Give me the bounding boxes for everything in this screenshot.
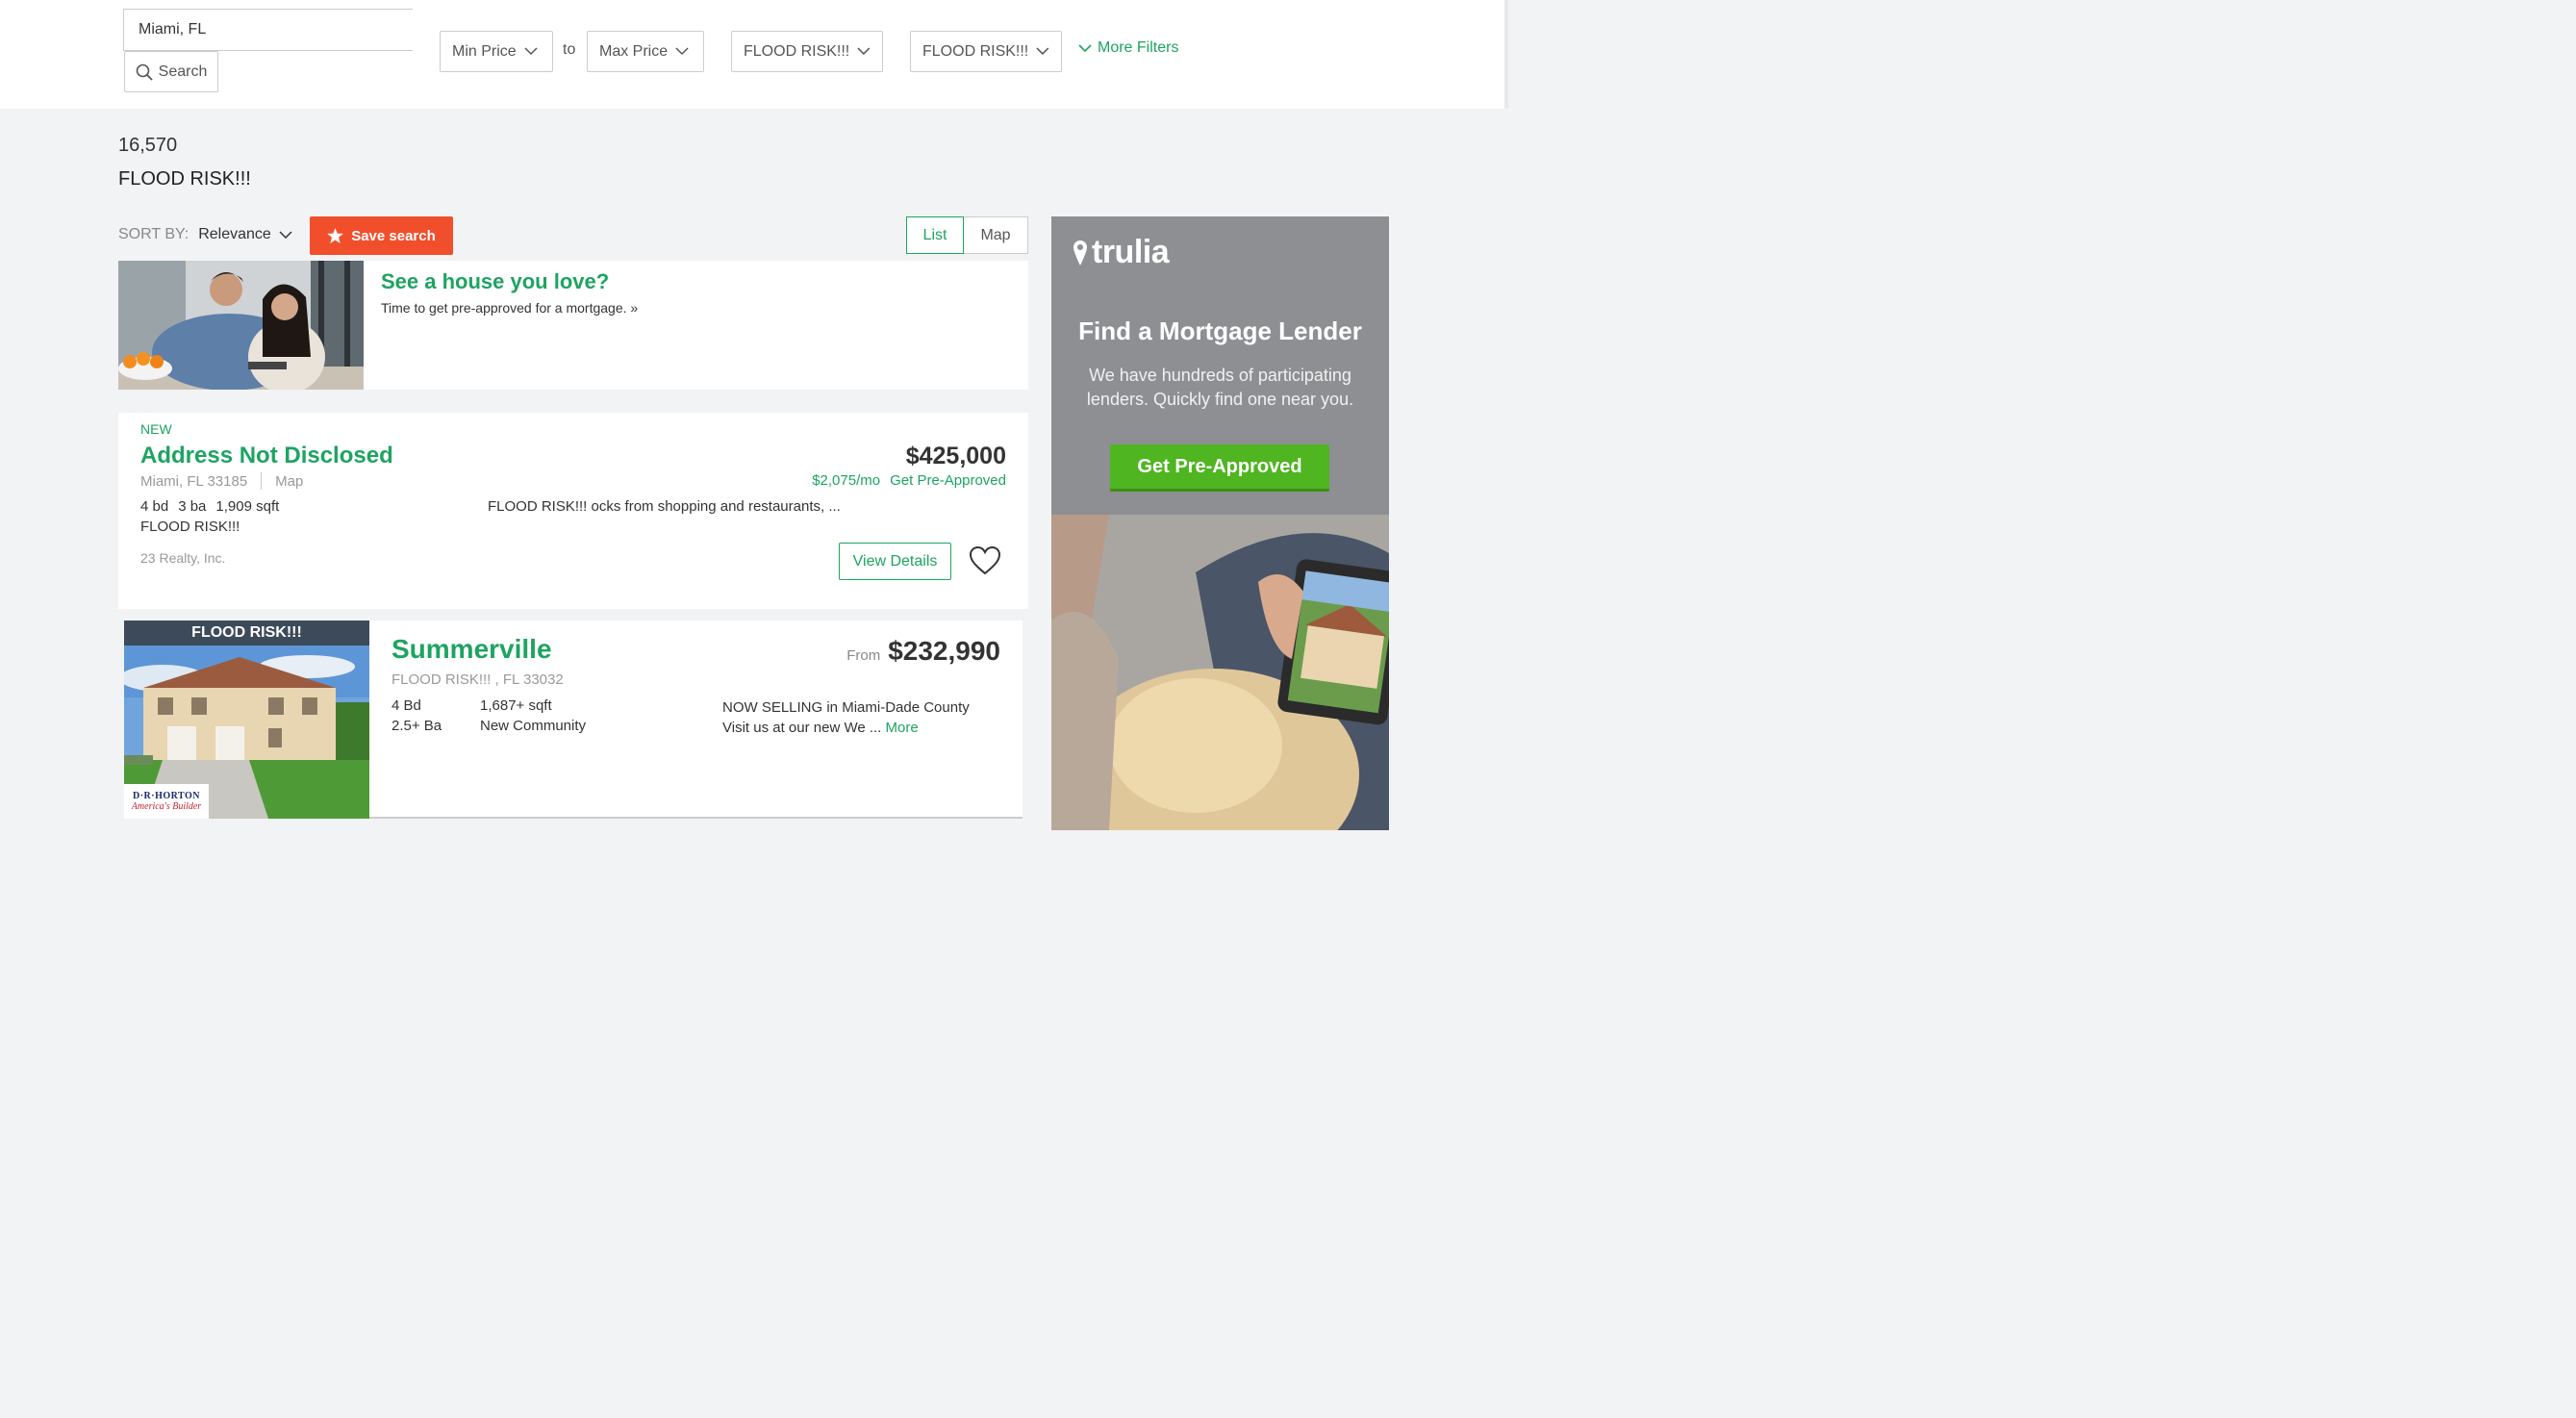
description-line-2: Visit us at our new We ... bbox=[722, 720, 882, 736]
chevron-down-icon bbox=[1078, 43, 1092, 52]
mortgage-promo-card[interactable]: See a house you love? Time to get pre-ap… bbox=[118, 261, 1028, 390]
listing-price: $232,990 bbox=[888, 636, 1000, 666]
chevron-down-icon bbox=[675, 47, 689, 56]
community-type: New Community bbox=[480, 718, 587, 734]
beds: 4 Bd bbox=[391, 697, 421, 714]
builder-logo-line2: America's Builder bbox=[131, 801, 202, 812]
listing-location-row: Miami, FL 33185 Map bbox=[140, 472, 303, 490]
chevron-down-icon bbox=[1036, 47, 1049, 55]
top-search-bar: Search Min Price to Max Price FLOOD RISK… bbox=[0, 0, 1508, 109]
max-price-label: Max Price bbox=[599, 42, 669, 60]
filter-dropdown-3[interactable]: FLOOD RISK!!! bbox=[731, 31, 883, 72]
image-banner: FLOOD RISK!!! bbox=[124, 620, 369, 646]
listing-price: $425,000 bbox=[905, 443, 1006, 469]
price-range-to-label: to bbox=[563, 41, 576, 58]
chevron-down-icon bbox=[279, 230, 292, 239]
max-price-dropdown[interactable]: Max Price bbox=[587, 31, 704, 72]
builder-logo-line1: D·R·HORTON bbox=[132, 791, 201, 801]
sqft: 1,687+ sqft bbox=[480, 697, 552, 714]
list-view-button[interactable]: List bbox=[906, 216, 964, 254]
heart-icon[interactable] bbox=[969, 545, 1001, 576]
couple-photo bbox=[118, 261, 364, 390]
location-pin-icon bbox=[1073, 240, 1087, 266]
map-link[interactable]: Map bbox=[275, 473, 303, 490]
filter-dropdown-4[interactable]: FLOOD RISK!!! bbox=[910, 31, 1062, 72]
new-badge: NEW bbox=[140, 421, 172, 437]
get-preapproved-button[interactable]: Get Pre-Approved bbox=[1110, 444, 1329, 492]
more-filters-link[interactable]: More Filters bbox=[1078, 39, 1178, 57]
map-view-button[interactable]: Map bbox=[964, 216, 1028, 254]
baths: 2.5+ Ba bbox=[391, 718, 442, 734]
view-details-button[interactable]: View Details bbox=[839, 543, 951, 580]
listing-card[interactable]: NEW Address Not Disclosed Miami, FL 3318… bbox=[118, 413, 1028, 609]
view-toggle: List Map bbox=[906, 216, 1028, 254]
mortgage-ad[interactable]: trulia Find a Mortgage Lender We have hu… bbox=[1051, 216, 1389, 830]
sort-value: Relevance bbox=[198, 226, 271, 242]
sort-control: SORT BY: Relevance bbox=[118, 226, 292, 243]
search-button[interactable]: Search bbox=[124, 51, 218, 92]
min-price-label: Min Price bbox=[452, 42, 517, 60]
save-search-button[interactable]: Save search bbox=[310, 216, 453, 255]
listing-description: NOW SELLING in Miami-Dade County Visit u… bbox=[722, 697, 970, 738]
results-heading: FLOOD RISK!!! bbox=[118, 168, 251, 190]
trulia-logo: trulia bbox=[1073, 234, 1170, 271]
ad-subtitle: We have hundreds of participating lender… bbox=[1086, 366, 1354, 409]
description-line-1: NOW SELLING in Miami-Dade County bbox=[722, 699, 970, 716]
monthly-payment-row: $2,075/mo Get Pre-Approved bbox=[812, 472, 1006, 489]
promo-subtitle-link[interactable]: Time to get pre-approved for a mortgage.… bbox=[381, 300, 638, 316]
listing-title[interactable]: Address Not Disclosed bbox=[140, 443, 393, 469]
min-price-dropdown[interactable]: Min Price bbox=[440, 31, 553, 72]
location-search-input[interactable] bbox=[123, 9, 413, 51]
sqft: 1,909 sqft bbox=[215, 498, 280, 515]
beds: 4 bd bbox=[140, 498, 169, 515]
builder-logo: D·R·HORTON America's Builder bbox=[124, 784, 209, 819]
listing-description: FLOOD RISK!!! ocks from shopping and res… bbox=[488, 498, 841, 515]
ad-photo bbox=[1051, 515, 1389, 830]
baths: 3 ba bbox=[178, 498, 207, 515]
divider bbox=[261, 472, 263, 490]
ad-title: Find a Mortgage Lender bbox=[1078, 317, 1362, 345]
more-link[interactable]: More bbox=[886, 720, 919, 736]
listing-specs: 4 Bd 1,687+ sqft 2.5+ Ba New Community bbox=[391, 697, 672, 734]
star-icon bbox=[327, 228, 344, 243]
sort-by-label: SORT BY: bbox=[118, 226, 189, 242]
get-preapproved-link[interactable]: Get Pre-Approved bbox=[890, 472, 1006, 489]
search-icon bbox=[136, 63, 153, 81]
save-search-label: Save search bbox=[351, 227, 436, 244]
listing-location: FLOOD RISK!!! , FL 33032 bbox=[391, 671, 564, 688]
sort-dropdown[interactable]: Relevance bbox=[198, 226, 292, 243]
listing-tag: FLOOD RISK!!! bbox=[140, 519, 240, 535]
search-button-label: Search bbox=[158, 63, 208, 80]
filter-3-label: FLOOD RISK!!! bbox=[744, 42, 850, 60]
more-filters-label: More Filters bbox=[1098, 39, 1179, 56]
monthly-payment: $2,075/mo bbox=[812, 472, 881, 489]
listing-specs: 4 bd 3 ba 1,909 sqft bbox=[140, 498, 279, 515]
trulia-brand: trulia bbox=[1092, 234, 1170, 270]
listing-card[interactable]: FLOOD RISK!!! D·R·HORTON America's Build… bbox=[124, 620, 1023, 819]
community-photo[interactable]: FLOOD RISK!!! D·R·HORTON America's Build… bbox=[124, 620, 369, 819]
results-count: 16,570 bbox=[118, 135, 178, 156]
scrollbar[interactable] bbox=[1504, 0, 1508, 109]
chevron-down-icon bbox=[857, 47, 871, 55]
listing-location: Miami, FL 33185 bbox=[140, 472, 248, 490]
price-prefix: From bbox=[846, 647, 881, 664]
broker-name: 23 Realty, Inc. bbox=[140, 550, 226, 566]
filter-4-label: FLOOD RISK!!! bbox=[922, 42, 1029, 60]
promo-title: See a house you love? bbox=[381, 269, 610, 293]
listing-price-block: From $232,990 bbox=[846, 636, 1000, 667]
listing-title[interactable]: Summerville bbox=[391, 634, 552, 665]
chevron-down-icon bbox=[524, 47, 538, 56]
